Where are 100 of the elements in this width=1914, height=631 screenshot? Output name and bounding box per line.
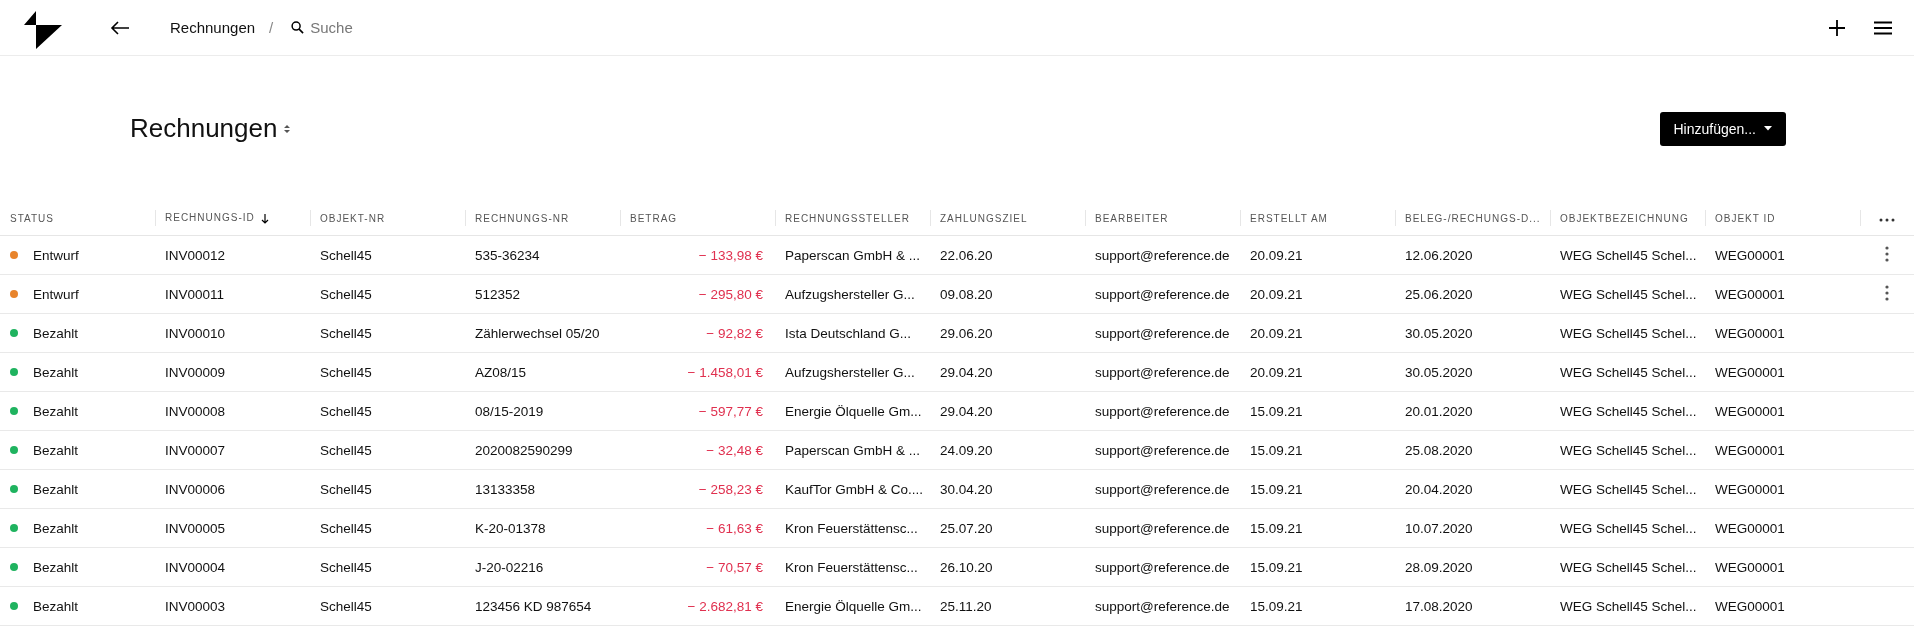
add-dropdown-button[interactable]: Hinzufügen... [1659,111,1786,146]
column-header[interactable]: BETRAG [630,212,678,224]
table-cell: support@reference.de [1095,247,1230,263]
table-cell: INV00006 [165,481,226,497]
table-cell: 30.05.2020 [1405,364,1473,380]
table-cell: 535-36234 [475,247,540,263]
table-cell: − 133,98 € [698,247,763,263]
table-cell: WEG00001 [1715,325,1785,341]
table-cell: Zählerwechsel 05/20 [475,325,600,341]
logo-icon[interactable] [24,10,62,49]
table-cell: − 597,77 € [698,403,763,419]
column-header[interactable]: ZAHLUNGSZIEL [940,212,1028,224]
column-header[interactable]: BEARBEITER [1095,212,1169,224]
table-cell: support@reference.de [1095,559,1230,575]
table-cell: Schell45 [320,286,372,302]
table-cell: Schell45 [320,559,372,575]
table-cell: Schell45 [320,325,372,341]
table-cell: Aufzugshersteller G... [785,364,915,380]
status-label: Bezahlt [33,442,79,458]
table-cell: 20.09.21 [1250,247,1303,263]
table-cell: Paperscan GmbH & ... [785,247,921,263]
column-header[interactable]: OBJEKTBEZEICHNUNG [1560,212,1689,224]
table-cell: WEG Schell45 Schel... [1560,481,1697,497]
table-cell: Energie Ölquelle Gm... [785,598,922,614]
plus-icon[interactable] [1828,18,1846,37]
table-cell: WEG00001 [1715,247,1785,263]
table-cell: INV00009 [165,364,226,380]
table-cell: Schell45 [320,247,372,263]
breadcrumb-link[interactable]: Rechnungen [170,19,256,36]
table-cell: WEG Schell45 Schel... [1560,325,1697,341]
table-cell: WEG Schell45 Schel... [1560,559,1697,575]
table-cell: 15.09.21 [1250,403,1303,419]
table-cell: − 258,23 € [698,481,763,497]
table-cell: − 2.682,81 € [687,598,763,614]
back-arrow-icon[interactable] [110,19,130,36]
column-header[interactable]: RECHNUNGS-ID [165,212,255,224]
table-cell: 12.06.2020 [1405,247,1473,263]
table-cell: INV00010 [165,325,226,341]
table-cell: − 1.458,01 € [687,364,763,380]
column-header[interactable]: BELEG-/RECHUNGS-D... [1405,212,1541,224]
table-cell: 17.08.2020 [1405,598,1473,614]
table-cell: 15.09.21 [1250,481,1303,497]
table-cell: 512352 [475,286,521,302]
more-options-icon[interactable] [1879,217,1895,222]
status-label: Bezahlt [33,598,79,614]
table-cell: support@reference.de [1095,442,1230,458]
column-header[interactable]: RECHNUNGS-NR [475,212,570,224]
table-cell: INV00011 [165,286,225,302]
column-header[interactable]: OBJEKT-NR [320,212,386,224]
table-cell: 15.09.21 [1250,442,1303,458]
table-cell: 20.09.21 [1250,286,1303,302]
table-cell: support@reference.de [1095,520,1230,536]
row-menu-icon[interactable] [1885,245,1889,262]
table-cell: WEG00001 [1715,520,1785,536]
table-cell: WEG00001 [1715,598,1785,614]
table-cell: 29.04.20 [940,364,993,380]
caret-icon [1764,126,1772,131]
table-cell: Schell45 [320,403,372,419]
table-cell: WEG00001 [1715,442,1785,458]
table-cell: WEG Schell45 Schel... [1560,247,1697,263]
status-label: Bezahlt [33,520,79,536]
menu-icon[interactable] [1874,20,1892,35]
table-cell: WEG Schell45 Schel... [1560,598,1697,614]
table-cell: 30.04.20 [940,481,993,497]
status-label: Bezahlt [33,325,79,341]
table-cell: INV00007 [165,442,226,458]
table-cell: WEG00001 [1715,364,1785,380]
column-header[interactable]: RECHNUNGSSTELLER [785,212,910,224]
column-header[interactable]: OBJEKT ID [1715,212,1776,224]
table-cell: AZ08/15 [475,364,527,380]
table-cell: 20.01.2020 [1405,403,1473,419]
page-title[interactable]: Rechnungen [130,113,278,144]
table-cell: − 61,63 € [706,520,763,536]
table-cell: 22.06.20 [940,247,993,263]
table-cell: 2020082590299 [475,442,573,458]
column-header[interactable]: STATUS [10,212,54,224]
table-cell: 15.09.21 [1250,559,1303,575]
status-label: Entwurf [33,286,79,302]
table-cell: 15.09.21 [1250,598,1303,614]
table-cell: WEG Schell45 Schel... [1560,403,1697,419]
table-cell: WEG00001 [1715,559,1785,575]
table-cell: − 295,80 € [698,286,763,302]
status-label: Entwurf [33,247,79,263]
table-cell: support@reference.de [1095,598,1230,614]
table-cell: WEG Schell45 Schel... [1560,364,1697,380]
sort-toggle-icon[interactable] [283,122,292,135]
table-cell: INV00004 [165,559,226,575]
table-cell: − 70,57 € [706,559,763,575]
table-cell: 25.08.2020 [1405,442,1473,458]
status-label: Bezahlt [33,403,79,419]
search-icon [291,21,305,34]
table-cell: 30.05.2020 [1405,325,1473,341]
table-cell: 20.09.21 [1250,325,1303,341]
row-menu-icon[interactable] [1885,284,1889,301]
table-cell: 20.04.2020 [1405,481,1473,497]
table-cell: 123456 KD 987654 [475,598,592,614]
table-cell: 26.10.20 [940,559,993,575]
column-header[interactable]: ERSTELLT AM [1250,212,1328,224]
table-cell: 09.08.20 [940,286,993,302]
table-cell: 13133358 [475,481,536,497]
